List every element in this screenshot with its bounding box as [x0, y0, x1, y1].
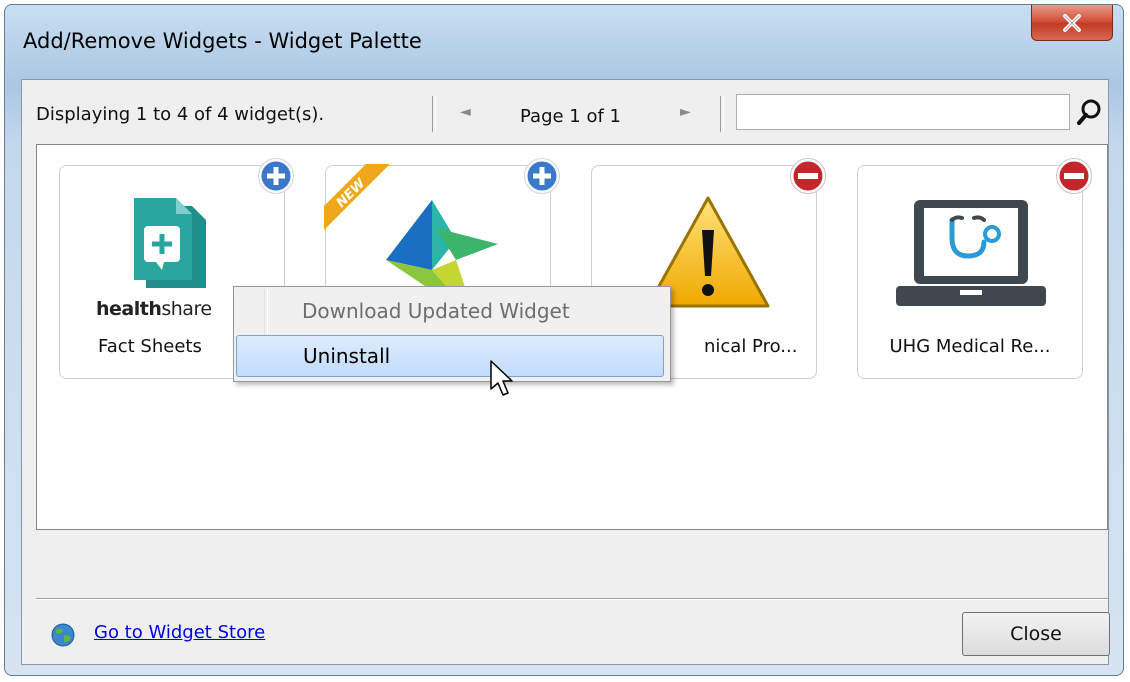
next-page-button[interactable]: ►	[680, 104, 691, 120]
remove-widget-icon[interactable]	[1054, 156, 1094, 196]
window-title: Add/Remove Widgets - Widget Palette	[23, 29, 422, 53]
add-widget-icon[interactable]	[522, 156, 562, 196]
title-bar: Add/Remove Widgets - Widget Palette	[5, 5, 1123, 77]
widget-card-uhg-medical[interactable]: UHG Medical Re...	[857, 158, 1092, 379]
window-close-button[interactable]	[1031, 5, 1113, 41]
menu-item-uninstall[interactable]: Uninstall	[236, 335, 664, 377]
search-input[interactable]	[736, 94, 1070, 130]
widget-store-link[interactable]: Go to Widget Store	[94, 622, 265, 643]
widget-palette-window: Add/Remove Widgets - Widget Palette Disp…	[4, 4, 1124, 676]
logo-bold-text: health	[96, 298, 162, 320]
fact-sheet-icon	[134, 198, 206, 288]
toolbar-separator	[720, 96, 724, 132]
close-icon	[1063, 13, 1081, 32]
laptop-stethoscope-icon	[896, 200, 1046, 306]
context-menu: Download Updated Widget Uninstall	[233, 286, 671, 382]
display-count-text: Displaying 1 to 4 of 4 widget(s).	[36, 104, 325, 125]
search-icon[interactable]	[1076, 98, 1104, 126]
remove-widget-icon[interactable]	[788, 156, 828, 196]
page-indicator: Page 1 of 1	[520, 106, 621, 127]
footer-separator	[36, 598, 1108, 600]
mouse-cursor-icon	[490, 360, 513, 396]
prev-page-button[interactable]: ◄	[460, 104, 471, 120]
add-widget-icon[interactable]	[256, 156, 296, 196]
healthshare-logo: healthshare	[96, 298, 212, 320]
toolbar: Displaying 1 to 4 of 4 widget(s). ◄ Page…	[22, 80, 1108, 144]
logo-text: share	[161, 298, 212, 320]
close-button[interactable]: Close	[962, 612, 1110, 656]
toolbar-separator	[432, 96, 436, 132]
menu-item-download-updated-widget[interactable]: Download Updated Widget	[236, 291, 664, 333]
globe-icon	[51, 623, 75, 647]
widget-label: UHG Medical Re...	[889, 336, 1051, 357]
